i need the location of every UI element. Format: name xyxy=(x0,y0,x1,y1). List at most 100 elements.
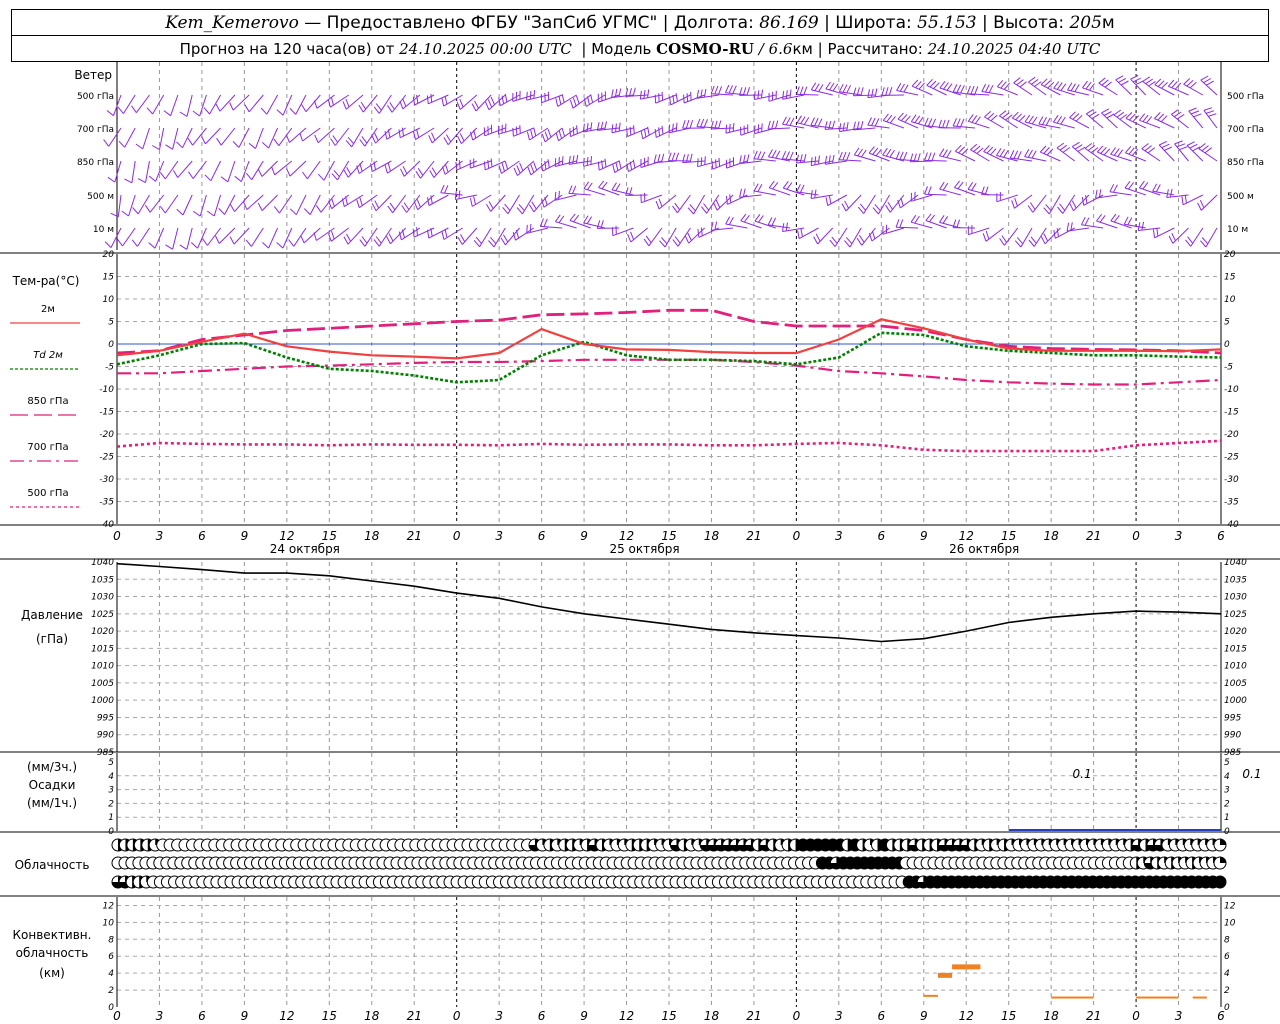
wind-barb xyxy=(131,160,136,183)
wind-barb-flag xyxy=(561,94,565,103)
wind-barb-flag xyxy=(888,87,893,96)
wind-barb xyxy=(955,150,976,162)
wind-barb-flag xyxy=(440,184,445,193)
wind-barb xyxy=(896,226,919,229)
wind-barb-flag xyxy=(917,116,924,125)
wind-barb-flag xyxy=(473,239,480,248)
wind-barb-flag xyxy=(796,86,800,95)
wind-barb-flag xyxy=(1085,195,1088,204)
wind-barb-flag xyxy=(900,114,908,122)
wind-barb xyxy=(293,227,307,247)
wind-barb-flag xyxy=(590,122,593,131)
wind-barb-flag xyxy=(926,78,933,86)
hour-label: 3 xyxy=(835,529,843,543)
wind-barb-flag xyxy=(573,214,580,223)
wind-barb xyxy=(306,160,321,180)
wind-barb xyxy=(309,194,321,215)
wind-barb-flag xyxy=(121,210,129,217)
wind-barb xyxy=(213,194,222,217)
wind-barb-flag xyxy=(924,152,928,161)
wind-barb-flag xyxy=(1115,75,1124,81)
hour-label: 6 xyxy=(198,529,206,543)
wind-barb-flag xyxy=(146,107,153,115)
wind-barb-flag xyxy=(1040,78,1048,85)
wind-barb-flag xyxy=(317,173,325,181)
wind-barb-flag xyxy=(1104,81,1112,88)
wind-barb-flag xyxy=(899,83,905,92)
wind-barb-flag xyxy=(544,131,549,140)
wind-barb-flag xyxy=(895,219,900,228)
wind-barb-flag xyxy=(938,148,945,157)
wind-barb-flag xyxy=(1100,146,1107,154)
wind-barb-flag xyxy=(857,148,864,157)
wind-barb-flag xyxy=(1154,112,1161,119)
precip-ytick: 1 xyxy=(108,813,114,823)
wind-barb-flag xyxy=(533,162,538,171)
wind-barb-flag xyxy=(469,198,473,207)
wind-barb-flag xyxy=(615,183,621,191)
wind-barb-flag xyxy=(1057,206,1064,214)
temp-ytick: -25 xyxy=(99,453,114,463)
pressure-ytick: 1025 xyxy=(91,610,114,620)
wind-barb-flag xyxy=(761,89,763,98)
wind-barb-flag xyxy=(187,171,194,179)
wind-barb xyxy=(255,127,264,149)
hour-label: 18 xyxy=(1044,529,1060,543)
wind-barb-flag xyxy=(611,182,617,191)
temp-ytick: 15 xyxy=(103,273,115,283)
wind-barb-flag xyxy=(347,136,354,145)
cloud-cover-grid xyxy=(111,838,1227,889)
wind-barb-flag xyxy=(148,175,156,182)
wind-barb-flag xyxy=(248,142,256,149)
wind-barb-flag xyxy=(431,132,436,141)
wind-barb xyxy=(1174,143,1189,162)
wind-barb-flag xyxy=(757,151,762,160)
pressure-ytick: 990 xyxy=(97,731,114,741)
wind-barb xyxy=(186,94,193,117)
wind-barb-flag xyxy=(714,85,719,95)
wind-barb xyxy=(378,94,392,114)
wind-barb xyxy=(303,227,321,244)
temp-ytick: 5 xyxy=(1224,318,1230,328)
wind-barb xyxy=(302,127,321,142)
wind-barb xyxy=(461,227,478,245)
wind-barb xyxy=(330,227,350,242)
wind-barb-flag xyxy=(674,202,681,210)
pressure-ytick: 1000 xyxy=(91,696,114,706)
wind-barb-flag xyxy=(1011,111,1019,119)
precip-ytick: 4 xyxy=(108,772,114,782)
precip-panel-title: Осадки xyxy=(28,778,76,792)
wind-barb-flag xyxy=(1016,79,1024,86)
wind-barb-flag xyxy=(1045,204,1052,212)
wind-barb xyxy=(1048,194,1061,215)
precip-unit-1h: (мм/1ч.) xyxy=(26,796,78,810)
wind-barb-flag xyxy=(299,132,303,142)
hour-label-bottom: 21 xyxy=(407,1009,422,1023)
wind-barb xyxy=(142,127,150,150)
wind-barb-flag xyxy=(1199,199,1205,209)
wind-barb-flag xyxy=(825,197,829,206)
wind-barb-flag xyxy=(558,130,563,139)
hour-label: 3 xyxy=(495,529,503,543)
wind-barb xyxy=(274,160,293,176)
legend-label: 2м xyxy=(41,304,55,315)
wind-barb-flag xyxy=(782,181,789,189)
wind-barb-flag xyxy=(842,151,847,161)
wind-barb-flag xyxy=(1043,233,1049,242)
wind-barb-flag xyxy=(1085,81,1092,90)
wind-barb-flag xyxy=(244,104,250,113)
wind-barb-flag xyxy=(586,216,593,224)
wind-barb-flag xyxy=(983,145,990,152)
wind-barb-flag xyxy=(454,191,457,200)
wind-barb xyxy=(320,194,335,213)
wind-barb-flag xyxy=(430,93,433,103)
wind-barb-flag xyxy=(604,158,607,168)
wind-barb xyxy=(796,93,819,96)
wind-barb xyxy=(117,194,122,217)
wind-barb-flag xyxy=(871,117,876,126)
precip-ytick: 3 xyxy=(108,786,114,796)
precip-ytick: 5 xyxy=(108,758,114,768)
wind-barb-flag xyxy=(590,156,592,165)
wind-barb-flag xyxy=(586,182,593,191)
wind-barb-flag xyxy=(547,129,552,138)
